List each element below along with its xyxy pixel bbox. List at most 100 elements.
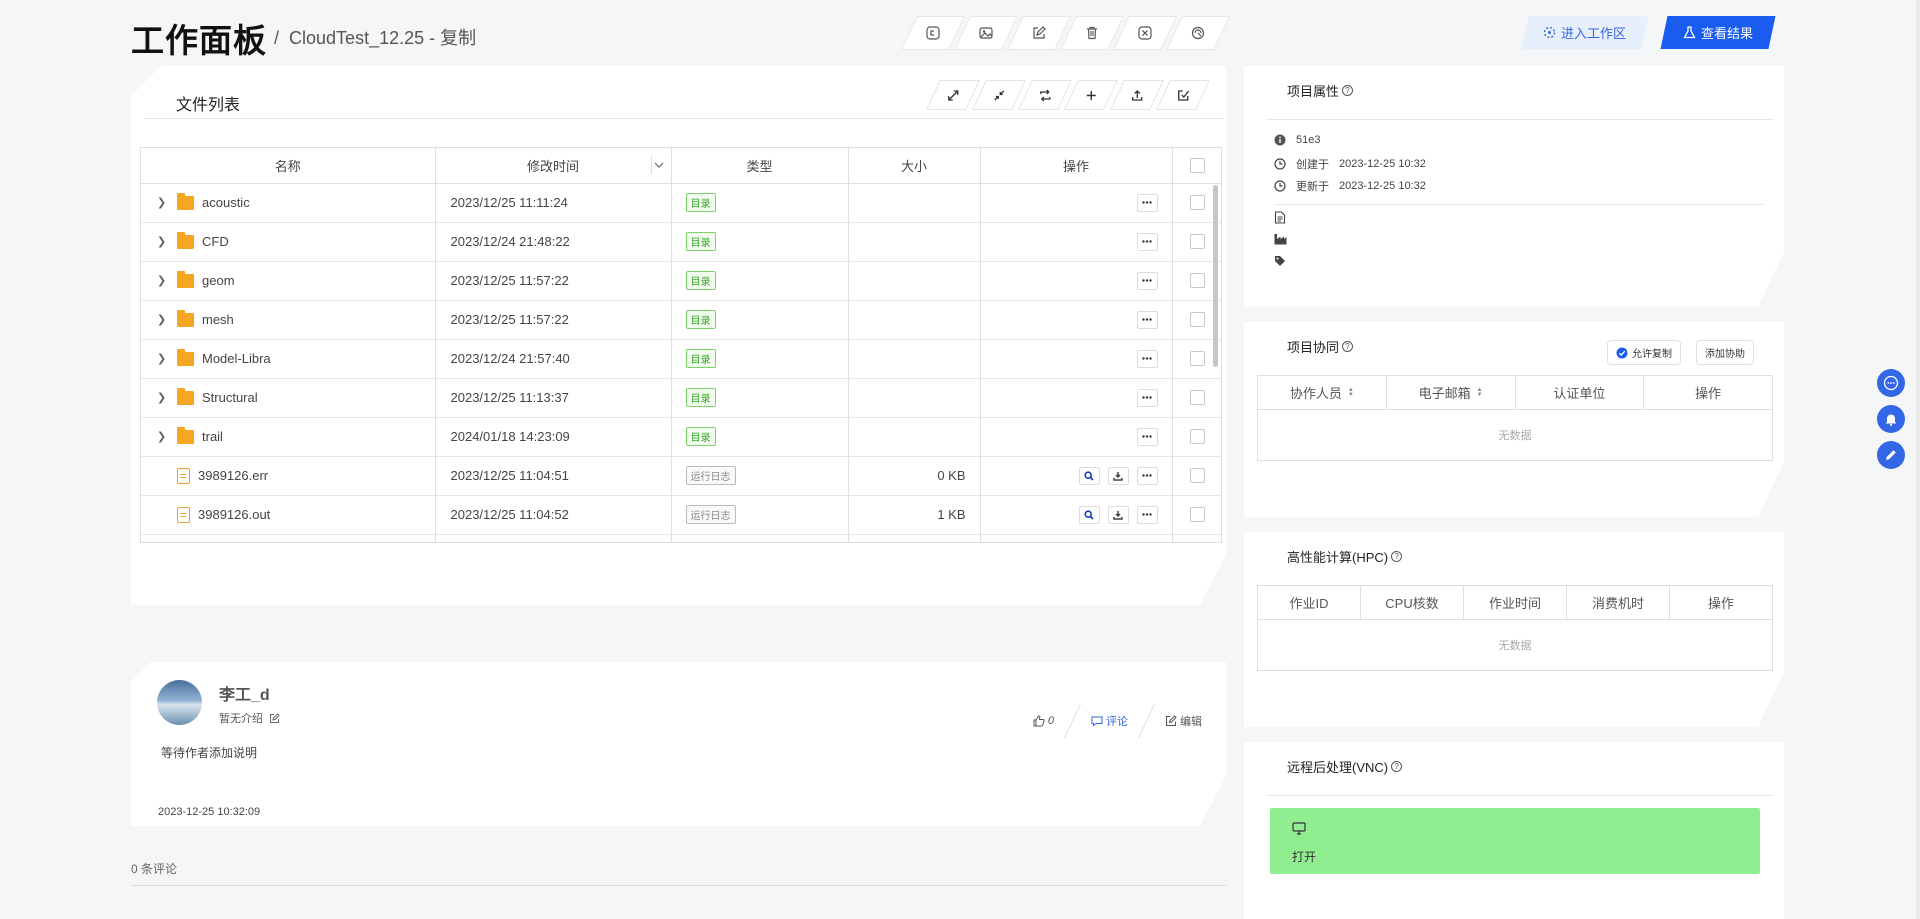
folder-icon (177, 196, 194, 210)
column-type[interactable]: 类型 (671, 148, 848, 183)
more-button[interactable] (1137, 428, 1158, 446)
author-name[interactable]: 李工_d (219, 681, 270, 705)
edit-button[interactable]: 编辑 (1165, 713, 1202, 729)
modified-time: 2024/01/18 14:23:09 (435, 417, 671, 456)
view-results-button[interactable]: 查看结果 (1660, 16, 1776, 49)
share-icon (1191, 26, 1205, 40)
preview-button[interactable] (1079, 506, 1100, 524)
search-icon (1084, 510, 1094, 520)
more-icon (1142, 396, 1152, 399)
column-email[interactable]: 电子邮箱 ▲ ▼ (1387, 376, 1516, 409)
chevron-right-icon[interactable]: ❯ (157, 196, 169, 209)
row-checkbox[interactable] (1190, 351, 1205, 366)
table-row[interactable]: 3989126.err 2023/12/25 11:04:51 运行日志 0 KB (141, 456, 1222, 495)
table-row[interactable]: ❯ Structural 2023/12/25 11:13:37 目录 (141, 378, 1222, 417)
project-id-row: 51e3 (1274, 134, 1320, 146)
expand-all-button[interactable] (926, 80, 980, 110)
refresh-button[interactable] (1018, 80, 1072, 110)
row-checkbox[interactable] (1190, 507, 1205, 522)
file-name[interactable]: mesh (202, 312, 234, 327)
chevron-right-icon[interactable]: ❯ (157, 352, 169, 365)
chevron-right-icon[interactable]: ❯ (157, 430, 169, 443)
help-icon[interactable]: ? (1391, 761, 1403, 772)
breadcrumb-project[interactable]: CloudTest_12.25 - 复制 (289, 28, 476, 48)
chevron-right-icon[interactable]: ❯ (157, 313, 169, 326)
collapse-all-button[interactable] (972, 80, 1026, 110)
table-row[interactable]: ❯ Model-Libra 2023/12/24 21:57:40 目录 (141, 339, 1222, 378)
upload-button[interactable] (1110, 80, 1164, 110)
file-name[interactable]: 3989126.out (198, 507, 270, 522)
column-size[interactable]: 大小 (848, 148, 980, 183)
chat-button[interactable] (1877, 369, 1905, 397)
table-row[interactable]: ❯ geom 2023/12/25 11:57:22 目录 (141, 261, 1222, 300)
row-checkbox[interactable] (1190, 390, 1205, 405)
allow-copy-toggle[interactable]: 允许复制 (1607, 340, 1681, 365)
breadcrumb-separator: / (274, 28, 280, 48)
divider (144, 118, 1224, 119)
more-button[interactable] (1137, 311, 1158, 329)
modified-time: 2023/12/25 11:57:22 (435, 300, 671, 339)
more-button[interactable] (1137, 506, 1158, 524)
row-checkbox[interactable] (1190, 273, 1205, 288)
vnc-open-button[interactable]: 打开 (1270, 808, 1760, 874)
more-button[interactable] (1137, 467, 1158, 485)
file-name[interactable]: acoustic (202, 195, 250, 210)
help-icon[interactable]: ? (1391, 551, 1402, 562)
chevron-right-icon[interactable]: ❯ (157, 274, 169, 287)
help-icon[interactable]: ? (1342, 341, 1353, 352)
avatar[interactable] (157, 680, 202, 725)
table-row[interactable]: ❯ acoustic 2023/12/25 11:11:24 目录 (141, 183, 1222, 222)
info-icon (1274, 134, 1286, 146)
enter-workspace-button[interactable]: 进入工作区 (1521, 16, 1649, 49)
more-button[interactable] (1137, 233, 1158, 251)
column-name[interactable]: 名称 (141, 148, 435, 183)
row-checkbox[interactable] (1190, 234, 1205, 249)
file-name[interactable]: trail (202, 429, 223, 444)
row-checkbox[interactable] (1190, 312, 1205, 327)
more-button[interactable] (1137, 350, 1158, 368)
row-checkbox[interactable] (1190, 468, 1205, 483)
sort-icon[interactable]: ▲ ▼ (1348, 388, 1354, 398)
edit-icon[interactable] (269, 713, 280, 724)
comment-button[interactable]: 评论 (1091, 713, 1128, 729)
download-button[interactable] (1108, 467, 1129, 485)
like-button[interactable]: 0 (1033, 715, 1054, 727)
table-row[interactable]: ❯ mesh 2023/12/25 11:57:22 目录 (141, 300, 1222, 339)
size-cell (848, 222, 980, 261)
page-scrollbar[interactable] (1916, 0, 1920, 919)
add-button[interactable] (1064, 80, 1118, 110)
chevron-down-icon[interactable] (651, 156, 667, 174)
notification-button[interactable] (1877, 405, 1905, 433)
more-button[interactable] (1137, 194, 1158, 212)
feedback-button[interactable] (1877, 441, 1905, 469)
file-name[interactable]: CFD (202, 234, 229, 249)
row-checkbox[interactable] (1190, 195, 1205, 210)
add-collab-button[interactable]: 添加协助 (1696, 340, 1754, 365)
batch-select-button[interactable] (1156, 80, 1210, 110)
chevron-right-icon[interactable]: ❯ (157, 391, 169, 404)
file-name[interactable]: geom (202, 273, 235, 288)
project-collab-panel: 项目协同? 允许复制 添加协助 协作人员 ▲ ▼ 电子邮箱 ▲ ▼ 认证单位 操作 无数… (1244, 322, 1784, 517)
more-button[interactable] (1137, 389, 1158, 407)
divider (131, 885, 1226, 886)
table-row[interactable]: ❯ CFD 2023/12/24 21:48:22 目录 (141, 222, 1222, 261)
file-name[interactable]: Model-Libra (202, 351, 271, 366)
file-name[interactable]: 3989126.err (198, 468, 268, 483)
author-date: 2023-12-25 10:32:09 (158, 806, 261, 818)
column-modified-time[interactable]: 修改时间 (435, 148, 671, 183)
row-checkbox[interactable] (1190, 429, 1205, 444)
table-scrollbar[interactable] (1213, 185, 1218, 367)
download-button[interactable] (1108, 506, 1129, 524)
column-collaborator[interactable]: 协作人员 ▲ ▼ (1258, 376, 1387, 409)
preview-button[interactable] (1079, 467, 1100, 485)
table-row[interactable]: ❯ trail 2024/01/18 14:23:09 目录 (141, 417, 1222, 456)
sort-icon[interactable]: ▲ ▼ (1477, 388, 1483, 398)
share-button[interactable] (1166, 16, 1230, 50)
table-row[interactable]: 3989126.out 2023/12/25 11:04:52 运行日志 1 KB (141, 495, 1222, 534)
chevron-right-icon[interactable]: ❯ (157, 235, 169, 248)
help-icon[interactable]: ? (1342, 85, 1353, 96)
more-button[interactable] (1137, 272, 1158, 290)
file-name[interactable]: Structural (202, 390, 258, 405)
project-collab-title: 项目协同? (1287, 337, 1353, 356)
select-all-checkbox[interactable] (1190, 158, 1205, 173)
